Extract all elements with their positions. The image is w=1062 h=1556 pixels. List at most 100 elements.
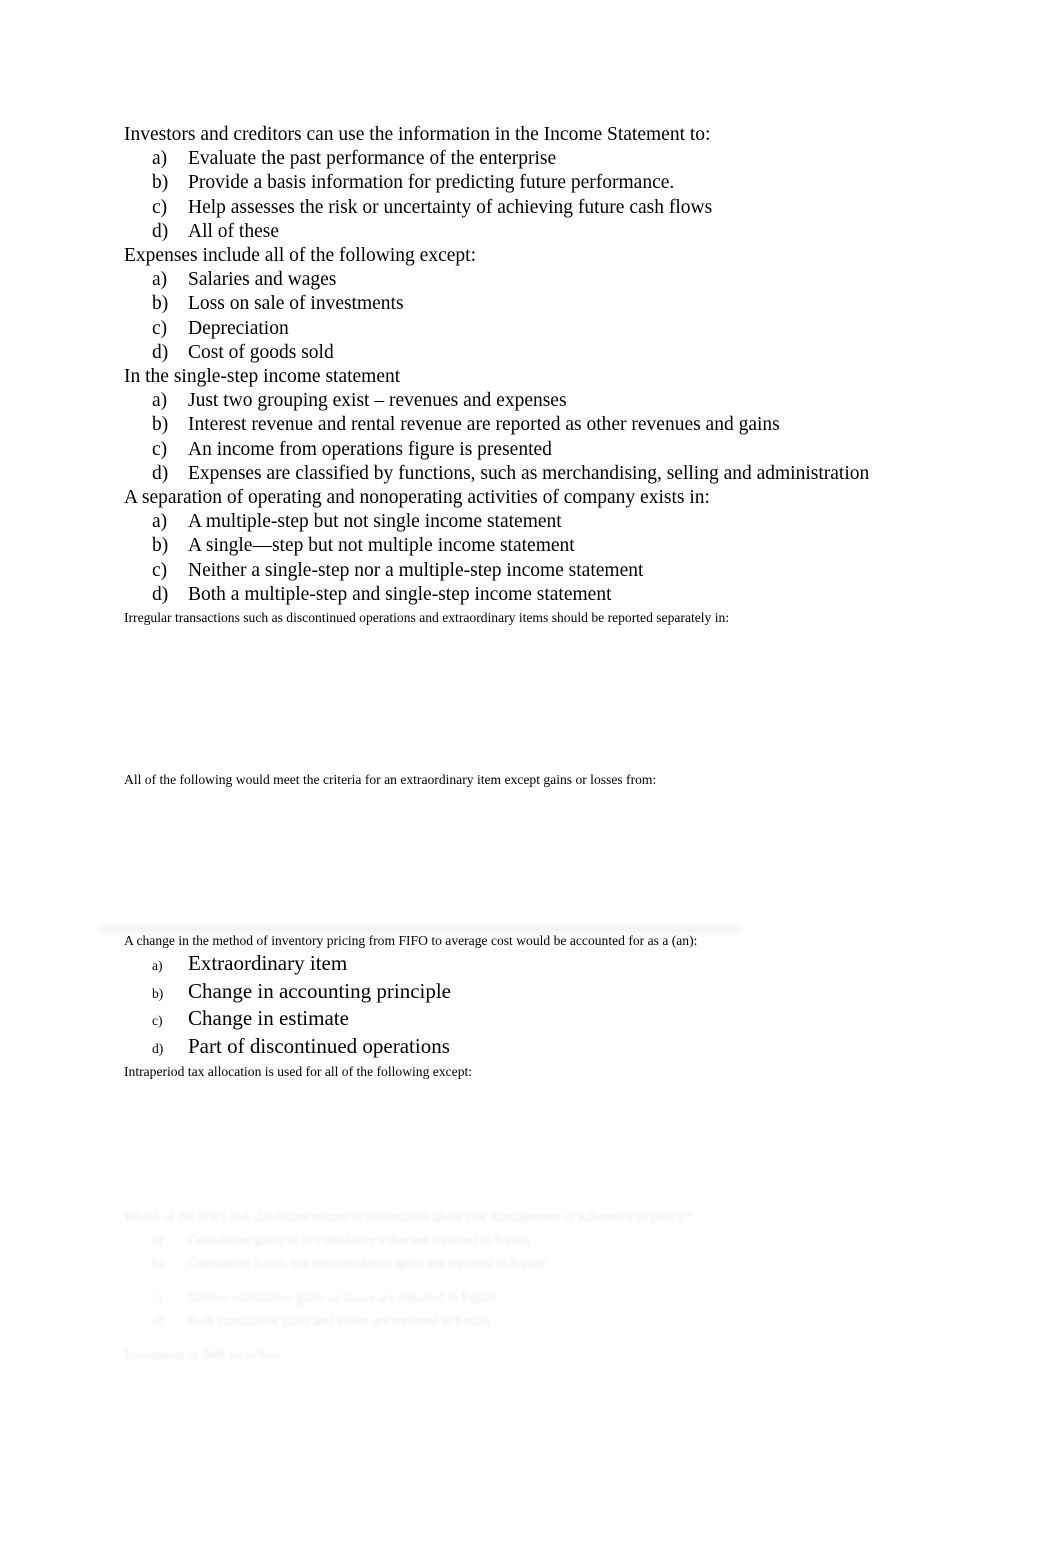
faded-option-list: a) Cumulative gains or in cumulative val… — [124, 1228, 954, 1333]
document-content: Investors and creditors can use the info… — [124, 123, 944, 1082]
option-marker: b) — [152, 1255, 164, 1270]
option-item[interactable]: b) A single—step but not multiple income… — [124, 534, 944, 558]
question-block-expenses-include: Expenses include all of the following ex… — [124, 244, 944, 365]
question-block-income-statement-use: Investors and creditors can use the info… — [124, 123, 944, 244]
document-page: Investors and creditors can use the info… — [0, 0, 1062, 1556]
option-marker: b) — [152, 414, 169, 436]
option-label: Extraordinary item — [188, 951, 348, 976]
option-item[interactable]: a) Extraordinary item — [124, 951, 944, 979]
question-text: Intraperiod tax allocation is used for a… — [124, 1064, 473, 1080]
option-list: a) Extraordinary item b) Change in accou… — [124, 951, 944, 1061]
question-block-intraperiod-tax-allocation: Intraperiod tax allocation is used for a… — [124, 1061, 944, 1082]
option-label: All of these — [188, 220, 279, 242]
option-item[interactable]: a) Salaries and wages — [124, 268, 944, 292]
option-marker: d) — [152, 462, 169, 484]
option-label: A single—step but not multiple income st… — [188, 535, 575, 557]
question-block-fifo-to-average-cost: A change in the method of inventory pric… — [124, 930, 944, 1061]
option-item[interactable]: b) Interest revenue and rental revenue a… — [124, 413, 944, 437]
option-marker: c) — [152, 196, 168, 218]
option-item[interactable]: c) Neither a single-step nor a multiple-… — [124, 559, 944, 583]
option-marker: c) — [152, 1289, 163, 1305]
option-item[interactable]: c) Change in estimate — [124, 1006, 944, 1034]
option-item[interactable]: d) Part of discontinued operations — [124, 1034, 944, 1062]
question-text: In the single-step income statement — [124, 366, 401, 388]
option-marker: d) — [152, 1040, 164, 1056]
option-marker: b) — [152, 293, 169, 315]
option-label: Cumulative losses but not cumulative gai… — [188, 1255, 548, 1270]
question-block-extraordinary-item-criteria: All of the following would meet the crit… — [124, 769, 944, 930]
option-label: Depreciation — [188, 317, 289, 339]
option-marker: d) — [152, 1313, 164, 1328]
option-label: Evaluate the past performance of the ent… — [188, 148, 557, 170]
option-marker: c) — [152, 438, 168, 460]
question-block-single-step-income-statement: In the single-step income statement a) J… — [124, 365, 944, 486]
faded-spacer — [124, 1275, 954, 1286]
faded-question-text: Which of the IFRS risk disclosure relate… — [124, 1209, 691, 1224]
faded-option-item: d) Both cumulative gains and losses are … — [124, 1309, 954, 1333]
option-marker: a) — [152, 958, 163, 974]
option-label: A multiple-step but not single income st… — [188, 511, 562, 533]
option-marker: a) — [152, 269, 168, 291]
option-marker: a) — [152, 511, 168, 533]
option-marker: d) — [152, 220, 169, 242]
option-label: Help assesses the risk or uncertainty of… — [188, 196, 713, 218]
blank-options-area — [124, 628, 944, 769]
question-text: Irregular transactions such as discontin… — [124, 610, 730, 626]
question-block-irregular-transactions: Irregular transactions such as discontin… — [124, 607, 944, 769]
option-item[interactable]: b) Change in accounting principle — [124, 979, 944, 1007]
option-marker: c) — [152, 559, 168, 581]
faded-spacer — [124, 1333, 954, 1344]
faded-trailing-text: Investment in debt securities — [124, 1346, 280, 1362]
faded-option-item: b) Cumulative losses but not cumulative … — [124, 1251, 954, 1275]
option-label: An income from operations figure is pres… — [188, 438, 552, 460]
option-item[interactable]: d) Cost of goods sold — [124, 341, 944, 365]
faded-question-block: Which of the IFRS risk disclosure relate… — [124, 1206, 954, 1365]
blank-options-area — [124, 790, 944, 930]
option-label: Change in accounting principle — [188, 978, 452, 1003]
option-label: Interest revenue and rental revenue are … — [188, 414, 780, 436]
option-label: Just two grouping exist – revenues and e… — [188, 390, 567, 412]
option-item[interactable]: b) Loss on sale of investments — [124, 292, 944, 316]
option-label: Both cumulative gains and losses are rep… — [188, 1313, 492, 1328]
option-marker: d) — [152, 583, 169, 605]
option-item[interactable]: c) An income from operations figure is p… — [124, 438, 944, 462]
option-label: Part of discontinued operations — [188, 1033, 450, 1058]
option-marker: d) — [152, 341, 169, 363]
option-item[interactable]: d) All of these — [124, 220, 944, 244]
option-marker: b) — [152, 535, 169, 557]
option-item[interactable]: d) Expenses are classified by functions,… — [124, 462, 944, 486]
option-marker: b) — [152, 172, 169, 194]
option-list: a) Evaluate the past performance of the … — [124, 147, 944, 244]
option-marker: a) — [152, 1231, 163, 1247]
option-item[interactable]: a) Evaluate the past performance of the … — [124, 147, 944, 171]
question-text: A separation of operating and nonoperati… — [124, 487, 710, 509]
option-label: Cost of goods sold — [188, 341, 334, 363]
faded-option-item: a) Cumulative gains or in cumulative val… — [124, 1228, 954, 1252]
question-block-separation-operating-nonoperating: A separation of operating and nonoperati… — [124, 486, 944, 607]
option-label: Both a multiple-step and single-step inc… — [188, 583, 612, 605]
option-label: Expenses are classified by functions, su… — [188, 462, 870, 484]
question-text: Investors and creditors can use the info… — [124, 124, 711, 145]
option-item[interactable]: a) Just two grouping exist – revenues an… — [124, 389, 944, 413]
option-item[interactable]: d) Both a multiple-step and single-step … — [124, 583, 944, 607]
option-marker: a) — [152, 390, 168, 412]
option-list: a) Salaries and wages b) Loss on sale of… — [124, 268, 944, 365]
option-label: Change in estimate — [188, 1006, 349, 1031]
question-text: All of the following would meet the crit… — [124, 772, 657, 788]
option-marker: c) — [152, 317, 168, 339]
option-marker: b) — [152, 985, 164, 1001]
option-label: Neither cumulative gains or losses are r… — [188, 1289, 498, 1305]
option-list: a) A multiple-step but not single income… — [124, 510, 944, 607]
option-label: Cumulative gains or in cumulative value … — [188, 1231, 532, 1247]
option-item[interactable]: c) Help assesses the risk or uncertainty… — [124, 196, 944, 220]
option-item[interactable]: c) Depreciation — [124, 317, 944, 341]
option-label: Neither a single-step nor a multiple-ste… — [188, 559, 644, 581]
option-item[interactable]: b) Provide a basis information for predi… — [124, 171, 944, 195]
option-marker: c) — [152, 1013, 163, 1029]
faded-option-item: c) Neither cumulative gains or losses ar… — [124, 1286, 954, 1310]
option-item[interactable]: a) A multiple-step but not single income… — [124, 510, 944, 534]
option-label: Loss on sale of investments — [188, 293, 404, 315]
question-text: Expenses include all of the following ex… — [124, 245, 476, 267]
option-label: Provide a basis information for predicti… — [188, 172, 675, 194]
option-marker: a) — [152, 148, 168, 170]
